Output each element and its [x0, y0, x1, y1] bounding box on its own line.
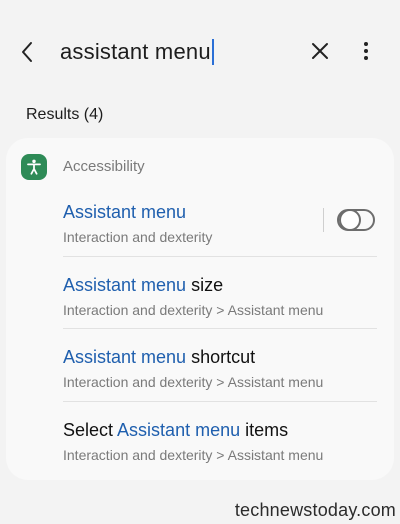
search-bar: assistant menu [0, 20, 400, 84]
results-count-heading: Results (4) [26, 106, 104, 123]
result-title: Assistant menu size [63, 275, 224, 295]
close-icon[interactable] [308, 39, 332, 63]
result-subtitle: Interaction and dexterity > Assistant me… [63, 302, 324, 318]
result-title-highlight: Assistant menu [117, 420, 241, 440]
result-assistant-menu-shortcut[interactable]: Assistant menu shortcut Interaction and … [63, 347, 377, 419]
back-arrow-icon[interactable] [16, 40, 40, 64]
category-label: Accessibility [63, 158, 145, 175]
search-query-text: assistant menu [60, 39, 211, 64]
result-title: Select Assistant menu items [63, 420, 289, 440]
result-subtitle: Interaction and dexterity > Assistant me… [63, 374, 324, 390]
search-input[interactable]: assistant menu [60, 39, 214, 65]
result-assistant-menu[interactable]: Assistant menu Interaction and dexterity [63, 202, 377, 274]
result-select-assistant-menu-items[interactable]: Select Assistant menu items Interaction … [63, 420, 377, 492]
assistant-menu-toggle[interactable] [337, 209, 375, 231]
watermark: technewstoday.com [234, 500, 396, 520]
result-title: Assistant menu [63, 202, 186, 223]
divider [63, 256, 377, 257]
results-card: Accessibility Assistant menu Interaction… [6, 138, 394, 480]
result-subtitle: Interaction and dexterity > Assistant me… [63, 447, 324, 463]
result-title: Assistant menu shortcut [63, 347, 256, 367]
toggle-knob [339, 209, 361, 231]
result-subtitle: Interaction and dexterity [63, 229, 213, 245]
divider [63, 328, 377, 329]
accessibility-icon [21, 154, 47, 180]
text-cursor [211, 39, 214, 65]
result-title-highlight: Assistant menu [63, 202, 187, 222]
result-title-highlight: Assistant menu [63, 275, 187, 295]
toggle-separator [323, 208, 324, 232]
result-title-highlight: Assistant menu [63, 347, 187, 367]
result-assistant-menu-size[interactable]: Assistant menu size Interaction and dext… [63, 275, 377, 347]
divider [63, 401, 377, 402]
more-vertical-icon[interactable] [354, 39, 378, 63]
